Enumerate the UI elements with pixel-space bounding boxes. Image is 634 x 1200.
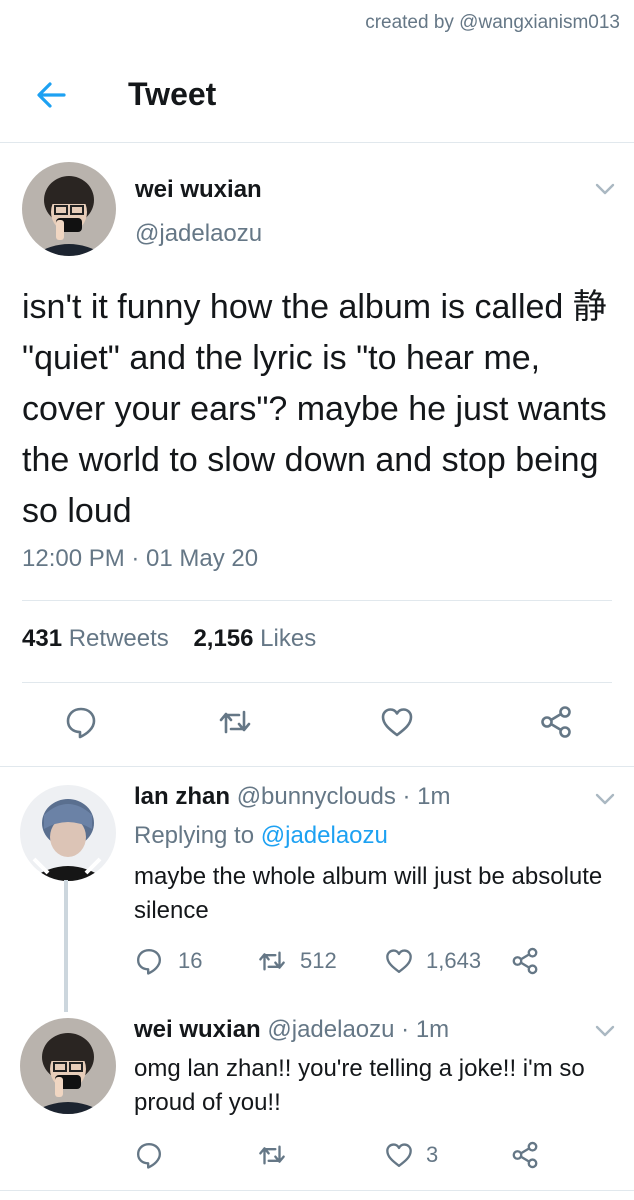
reply-icon bbox=[66, 707, 96, 739]
retweet-button[interactable] bbox=[256, 1140, 288, 1175]
retweets-label[interactable]: Retweets bbox=[69, 625, 169, 652]
reply-button[interactable] bbox=[63, 704, 99, 740]
reply-icon bbox=[137, 949, 161, 975]
like-count: 1,643 bbox=[426, 948, 482, 973]
like-button[interactable]: 1,643 bbox=[384, 946, 481, 976]
share-icon bbox=[541, 706, 571, 738]
heart-icon bbox=[386, 1143, 412, 1167]
reply-text: maybe the whole album will just be absol… bbox=[134, 863, 603, 924]
replying-to-label: Replying to bbox=[134, 822, 255, 849]
share-button[interactable] bbox=[510, 1140, 540, 1175]
page-title: Tweet bbox=[128, 76, 217, 112]
likes-count[interactable]: 2,156 bbox=[193, 625, 253, 652]
divider bbox=[22, 682, 612, 683]
chevron-down-icon bbox=[595, 1025, 615, 1037]
retweet-button[interactable] bbox=[217, 704, 253, 740]
watermark-credit: created by @wangxianism013 bbox=[365, 12, 620, 33]
share-button[interactable] bbox=[538, 704, 574, 740]
avatar[interactable] bbox=[22, 162, 116, 256]
retweet-button[interactable]: 512 bbox=[256, 946, 337, 976]
replying-to: Replying to @jadelaozu bbox=[134, 822, 388, 850]
retweets-count[interactable]: 431 bbox=[22, 625, 62, 652]
chevron-down-icon bbox=[595, 793, 615, 805]
header-divider bbox=[0, 142, 634, 143]
more-options-button[interactable] bbox=[594, 1024, 616, 1038]
like-count: 3 bbox=[426, 1142, 439, 1167]
reply-handle-time[interactable]: @jadelaozu · 1m bbox=[267, 1016, 449, 1043]
retweet-count: 512 bbox=[300, 948, 337, 973]
reply-header: lan zhan @bunnyclouds · 1m bbox=[134, 783, 450, 811]
reply-header: wei wuxian @jadelaozu · 1m bbox=[134, 1016, 449, 1044]
chevron-down-icon bbox=[595, 183, 615, 195]
reply-handle-time[interactable]: @bunnyclouds · 1m bbox=[237, 783, 451, 810]
reply-icon bbox=[137, 1143, 161, 1169]
tweet-text: isn't it funny how the album is called 静… bbox=[22, 288, 607, 530]
divider bbox=[0, 1190, 634, 1191]
tweet-timestamp: 12:00 PM · 01 May 20 bbox=[22, 545, 259, 572]
more-options-button[interactable] bbox=[594, 182, 616, 196]
reply-author-name[interactable]: lan zhan bbox=[134, 783, 230, 810]
divider bbox=[22, 600, 612, 601]
share-icon bbox=[512, 947, 538, 975]
arrow-left-icon bbox=[37, 82, 66, 108]
author-handle[interactable]: @jadelaozu bbox=[135, 220, 262, 248]
heart-icon bbox=[386, 949, 412, 973]
more-options-button[interactable] bbox=[594, 792, 616, 806]
engagement-stats: 431 Retweets 2,156 Likes bbox=[22, 625, 334, 653]
avatar[interactable] bbox=[20, 1018, 116, 1114]
reply-text: omg lan zhan!! you're telling a joke!! i… bbox=[134, 1055, 585, 1116]
reply-author-name[interactable]: wei wuxian bbox=[134, 1016, 261, 1043]
share-button[interactable] bbox=[510, 946, 540, 981]
like-button[interactable]: 3 bbox=[384, 1140, 438, 1170]
avatar[interactable] bbox=[20, 785, 116, 881]
author-name[interactable]: wei wuxian bbox=[135, 176, 262, 204]
thread-connector-line bbox=[64, 880, 68, 1012]
reply-count: 16 bbox=[178, 948, 203, 973]
likes-label[interactable]: Likes bbox=[260, 625, 316, 652]
like-button[interactable] bbox=[379, 704, 415, 740]
retweet-icon bbox=[219, 710, 251, 734]
back-button[interactable] bbox=[34, 78, 68, 112]
heart-icon bbox=[381, 708, 413, 737]
reply-button[interactable] bbox=[134, 1140, 164, 1175]
share-icon bbox=[512, 1141, 538, 1169]
reply-button[interactable]: 16 bbox=[134, 946, 202, 976]
divider bbox=[0, 766, 634, 767]
replying-to-handle[interactable]: @jadelaozu bbox=[261, 822, 388, 849]
retweet-icon bbox=[259, 951, 285, 971]
retweet-icon bbox=[259, 1145, 285, 1165]
